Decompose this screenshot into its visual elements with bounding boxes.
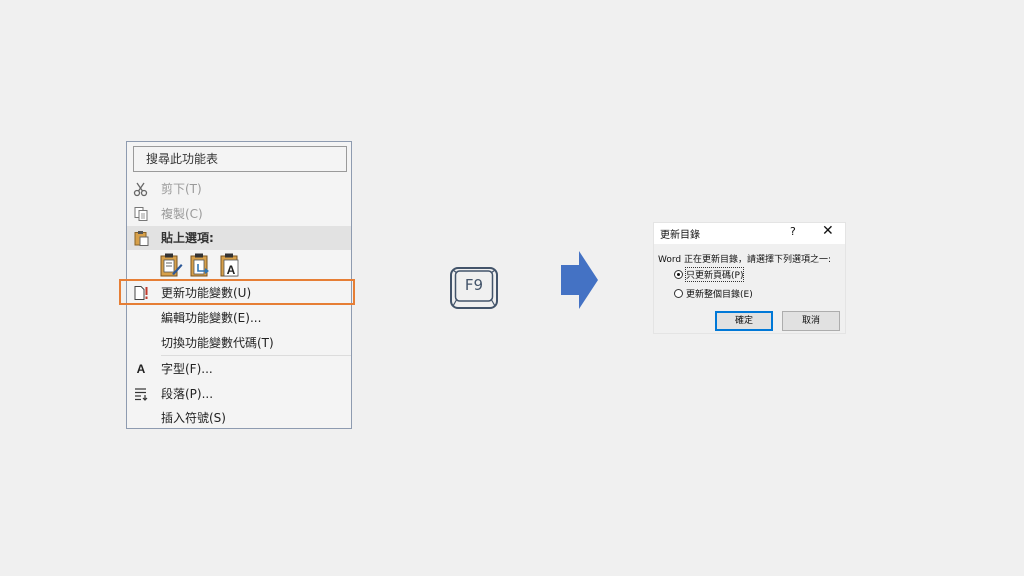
menu-item-paragraph[interactable]: 段落(P)...	[127, 382, 351, 406]
scissors-icon	[133, 182, 148, 197]
menu-item-label: 切換功能變數代碼(T)	[161, 336, 274, 350]
clipboard-icon	[134, 231, 149, 246]
menu-item-cut[interactable]: 剪下(T)	[127, 177, 351, 201]
radio-label-update-entire-table[interactable]: 更新整個目錄(E)	[686, 287, 753, 300]
paste-text-only-icon[interactable]: A	[219, 252, 243, 278]
right-arrow-icon	[561, 251, 598, 309]
radio-label-update-page-numbers[interactable]: 只更新頁碼(P)	[684, 267, 745, 282]
ok-button[interactable]: 確定	[715, 311, 773, 331]
menu-item-copy[interactable]: 複製(C)	[127, 202, 351, 226]
menu-separator	[161, 355, 351, 356]
f9-key-label: F9	[464, 276, 484, 294]
font-icon: A	[136, 362, 146, 376]
menu-item-toggle-field-codes[interactable]: 切換功能變數代碼(T)	[127, 331, 351, 355]
menu-search-box[interactable]: 搜尋此功能表	[133, 146, 347, 172]
cancel-button[interactable]: 取消	[782, 311, 840, 331]
menu-item-label: 插入符號(S)	[161, 411, 226, 425]
menu-item-font[interactable]: A 字型(F)...	[127, 357, 351, 381]
f9-key: F9	[450, 267, 498, 309]
menu-header-label: 貼上選項:	[161, 231, 214, 245]
update-toc-dialog: 更新目錄 ? ✕ Word 正在更新目錄，請選擇下列選項之一: 只更新頁碼(P)…	[653, 222, 846, 334]
highlight-box	[119, 279, 355, 305]
menu-item-label: 編輯功能變數(E)...	[161, 311, 262, 325]
help-button[interactable]: ?	[790, 225, 796, 238]
paste-merge-formatting-icon[interactable]	[189, 252, 213, 278]
dialog-titlebar: 更新目錄 ? ✕	[654, 223, 845, 244]
svg-text:A: A	[227, 263, 236, 277]
dialog-message: Word 正在更新目錄，請選擇下列選項之一:	[658, 255, 832, 265]
menu-item-label: 複製(C)	[161, 207, 203, 221]
menu-item-label: 剪下(T)	[161, 182, 202, 196]
close-button[interactable]: ✕	[822, 223, 834, 239]
radio-update-entire-table[interactable]	[674, 289, 683, 298]
menu-item-label: 段落(P)...	[161, 387, 214, 401]
dialog-title: 更新目錄	[660, 230, 700, 241]
menu-item-label: 字型(F)...	[161, 362, 213, 376]
paste-keep-formatting-icon[interactable]	[159, 252, 183, 278]
menu-item-insert-symbol[interactable]: 插入符號(S)	[127, 406, 351, 430]
menu-header-paste-options: 貼上選項:	[127, 226, 351, 250]
menu-item-edit-field[interactable]: 編輯功能變數(E)...	[127, 306, 351, 330]
paragraph-icon	[135, 388, 148, 401]
copy-icon	[134, 207, 148, 221]
radio-update-page-numbers[interactable]	[674, 270, 683, 279]
slide-canvas: 搜尋此功能表 剪下(T) 複製(C) 貼上選項: A 更新功能變數(U) 編輯功…	[0, 0, 1024, 576]
